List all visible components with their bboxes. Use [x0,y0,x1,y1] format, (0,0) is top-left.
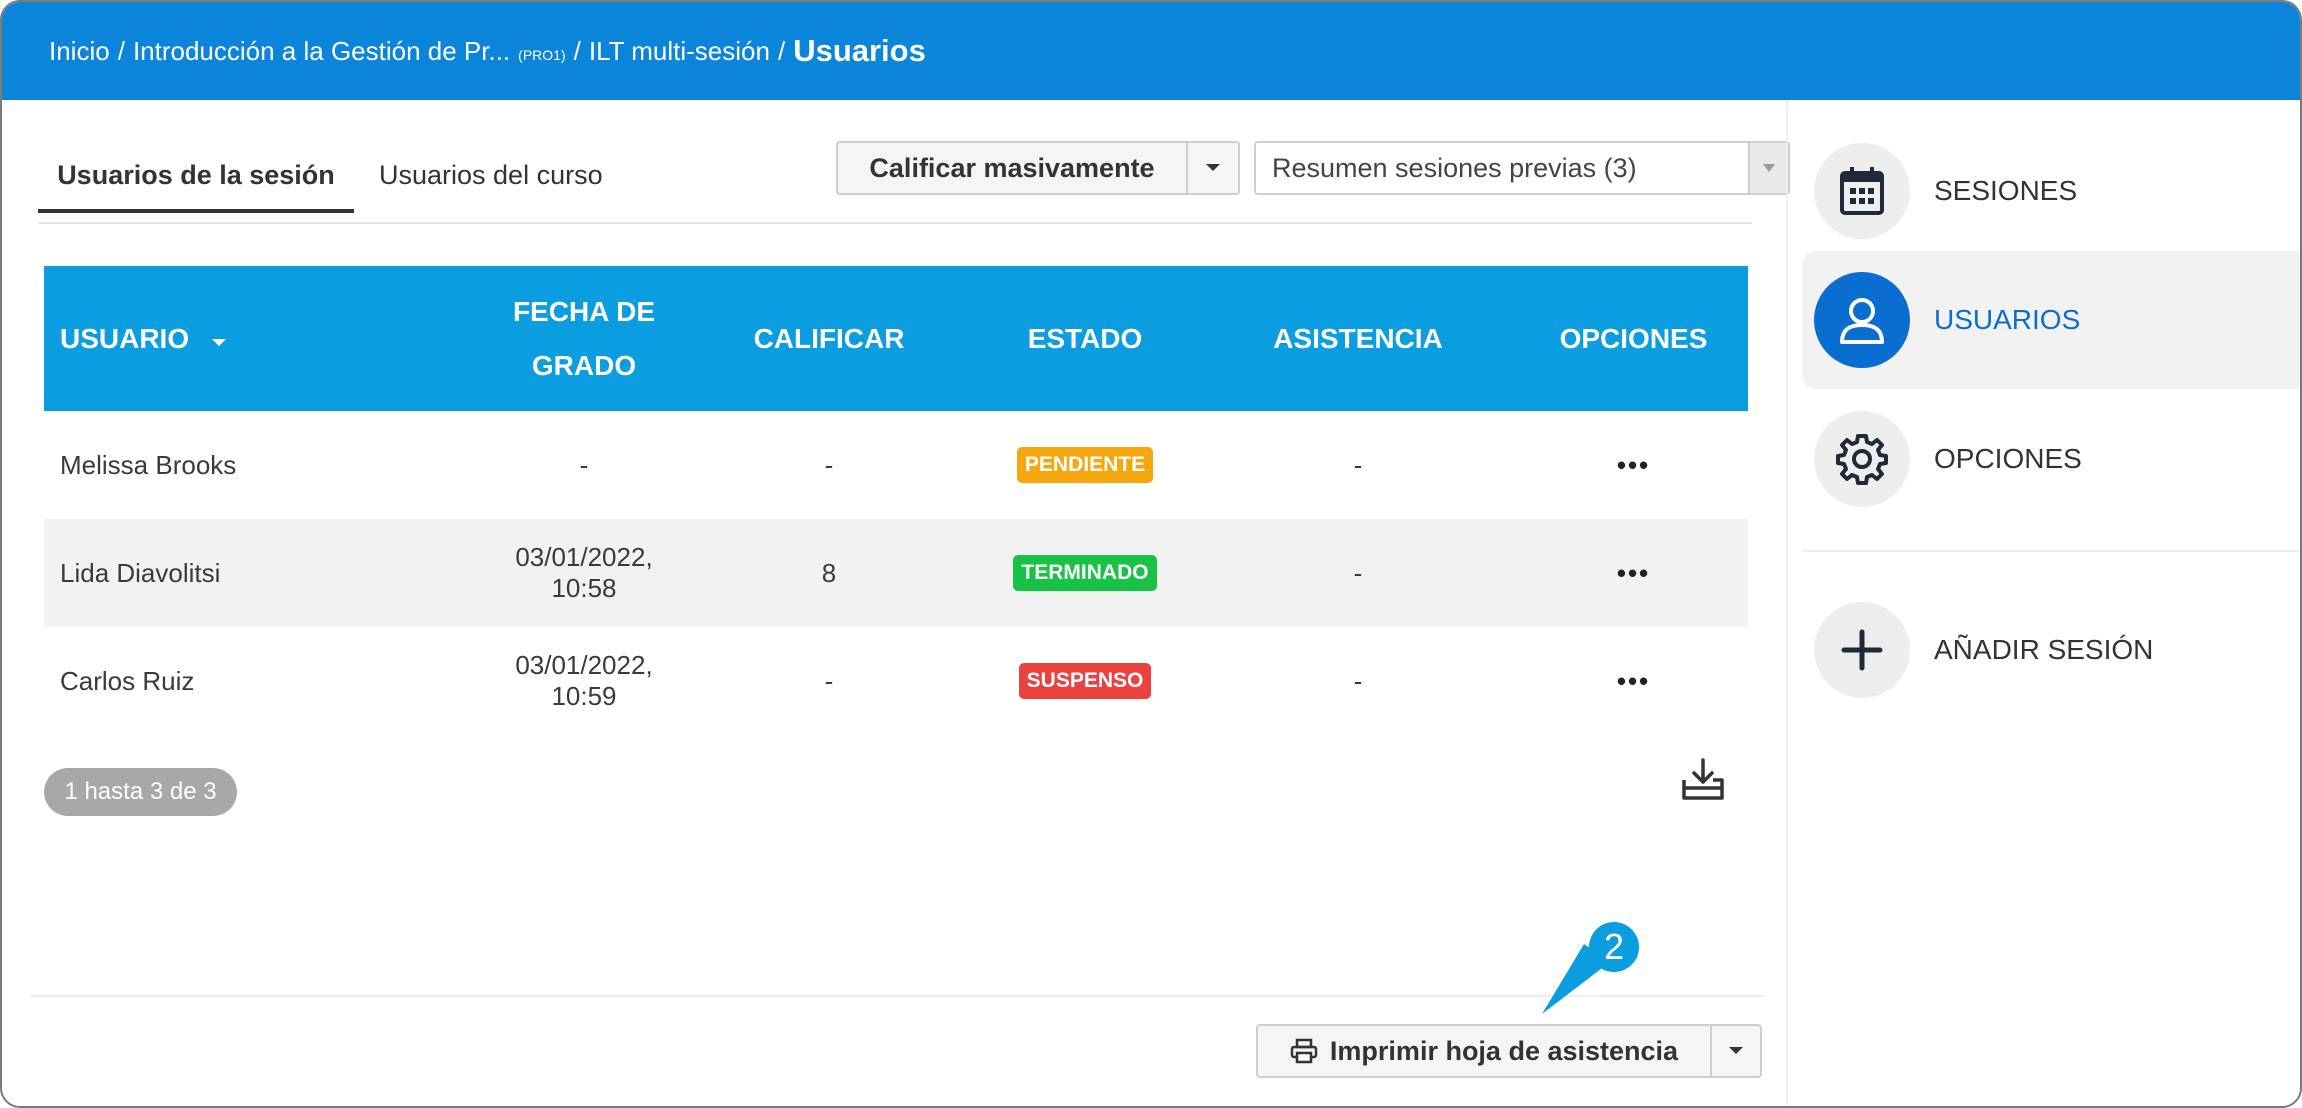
tab-session-users[interactable]: Usuarios de la sesión [38,160,354,213]
sidebar-item-sessions[interactable]: SESIONES [1802,122,2300,260]
cell-grade: - [824,665,834,696]
sidebar-label-options: OPCIONES [1934,443,2082,474]
print-attendance-main[interactable]: Imprimir hoja de asistencia [1258,1036,1710,1067]
cell-options: ••• [1519,627,1748,735]
breadcrumb-current: Usuarios [793,33,926,68]
gear-icon [1836,434,1888,485]
header-attendance: ASISTENCIA [1273,322,1443,354]
tab-bar: Usuarios de la sesión Usuarios del curso… [38,100,1790,224]
cell-date: 03/01/2022, 10:59 [515,650,653,711]
print-attendance-button[interactable]: Imprimir hoja de asistencia [1256,1024,1762,1078]
breadcrumb-separator: / [117,35,125,66]
cell-attendance: - [1353,449,1363,480]
caret-down-icon [1763,164,1775,172]
breadcrumb-separator: / [777,35,786,66]
sidebar-label-sessions: SESIONES [1934,175,2078,206]
sidebar: SESIONES USUARIOS OPCIONES AÑADIR SESIÓN [1786,100,2300,1106]
download-icon[interactable] [1680,758,1726,802]
bulk-grade-dropdown[interactable] [1186,143,1238,193]
status-badge: PENDIENTE [1016,447,1154,483]
breadcrumb-separator: / [573,35,581,66]
sidebar-item-users[interactable]: USUARIOS [1802,251,2300,389]
status-badge: TERMINADO [1013,555,1157,591]
cell-date: 03/01/2022, 10:58 [515,542,653,603]
add-session-button[interactable]: AÑADIR SESIÓN [1802,581,2300,719]
users-icon-circle [1814,272,1910,368]
print-attendance-label: Imprimir hoja de asistencia [1329,1035,1679,1066]
sidebar-item-options[interactable]: OPCIONES [1802,390,2300,528]
header-grade: CALIFICAR [753,322,905,354]
previous-sessions-select[interactable]: Resumen sesiones previas (3) [1254,141,1790,195]
plus-icon [1841,629,1883,671]
breadcrumb-course-code: (PRO1) [518,47,566,63]
breadcrumb: Inicio / Introducción a la Gestión de Pr… [2,2,2300,100]
table-row: Carlos Ruiz 03/01/2022, 10:59 - SUSPENSO… [44,627,1748,735]
sidebar-divider [1802,550,2300,552]
sessions-icon-circle [1814,143,1910,239]
select-caret [1748,143,1788,193]
breadcrumb-course[interactable]: Introducción a la Gestión de Pr... [133,36,510,67]
user-icon [1840,298,1884,344]
cell-status: PENDIENTE [973,411,1197,519]
cell-options: ••• [1519,519,1748,627]
more-options-button[interactable]: ••• [1617,450,1650,480]
header-grade-date: FECHA DE GRADO [483,266,685,411]
status-badge: SUSPENSO [1018,663,1152,699]
more-options-button[interactable]: ••• [1617,558,1650,588]
header-status: ESTADO [1027,322,1143,354]
cell-grade: 8 [821,557,837,588]
cell-options: ••• [1519,411,1748,519]
print-dropdown[interactable] [1710,1026,1760,1076]
main-content: Usuarios de la sesión Usuarios del curso… [2,100,1790,1106]
printer-icon [1290,1038,1318,1064]
bulk-grade-label: Calificar masivamente [869,152,1155,183]
cell-date: - [579,449,589,480]
calendar-icon [1840,167,1884,215]
sidebar-label-add-session: AÑADIR SESIÓN [1934,634,2154,665]
caret-down-icon [1206,164,1220,171]
tab-course-users[interactable]: Usuarios del curso [379,160,603,209]
more-options-button[interactable]: ••• [1617,666,1650,696]
breadcrumb-session[interactable]: ILT multi-sesión [589,36,770,67]
table-row: Melissa Brooks - - PENDIENTE - ••• [44,411,1748,519]
table-row: Lida Diavolitsi 03/01/2022, 10:58 8 TERM… [44,519,1748,627]
breadcrumb-home[interactable]: Inicio [49,36,110,67]
cell-user[interactable]: Melissa Brooks [44,411,483,519]
pagination-badge: 1 hasta 3 de 3 [44,768,237,816]
previous-sessions-label: Resumen sesiones previas (3) [1272,152,1637,183]
callout-badge: 2 [1589,922,1639,972]
cell-status: SUSPENSO [973,627,1197,735]
app-window: Inicio / Introducción a la Gestión de Pr… [0,0,2302,1108]
footer-divider [30,995,1764,997]
cell-attendance: - [1353,557,1363,588]
cell-user[interactable]: Lida Diavolitsi [44,519,483,627]
header-user-label: USUARIO [60,322,190,354]
caret-down-icon [1729,1047,1743,1054]
cell-attendance: - [1353,665,1363,696]
header-user[interactable]: USUARIO [44,266,483,411]
cell-status: TERMINADO [973,519,1197,627]
bulk-grade-button[interactable]: Calificar masivamente [836,141,1240,195]
cell-user[interactable]: Carlos Ruiz [44,627,483,735]
options-icon-circle [1814,411,1910,507]
users-table: USUARIO FECHA DE GRADO CALIFICAR ESTADO … [44,266,1748,735]
cell-grade: - [824,449,834,480]
header-options: OPCIONES [1559,322,1708,354]
table-header-row: USUARIO FECHA DE GRADO CALIFICAR ESTADO … [44,266,1748,411]
sidebar-label-users: USUARIOS [1934,304,2081,335]
header-grade-date-line1: FECHA DE [512,295,656,327]
add-session-icon-circle [1814,602,1910,698]
header-grade-date-line2: GRADO [531,349,637,381]
sort-caret-icon[interactable] [211,338,227,348]
